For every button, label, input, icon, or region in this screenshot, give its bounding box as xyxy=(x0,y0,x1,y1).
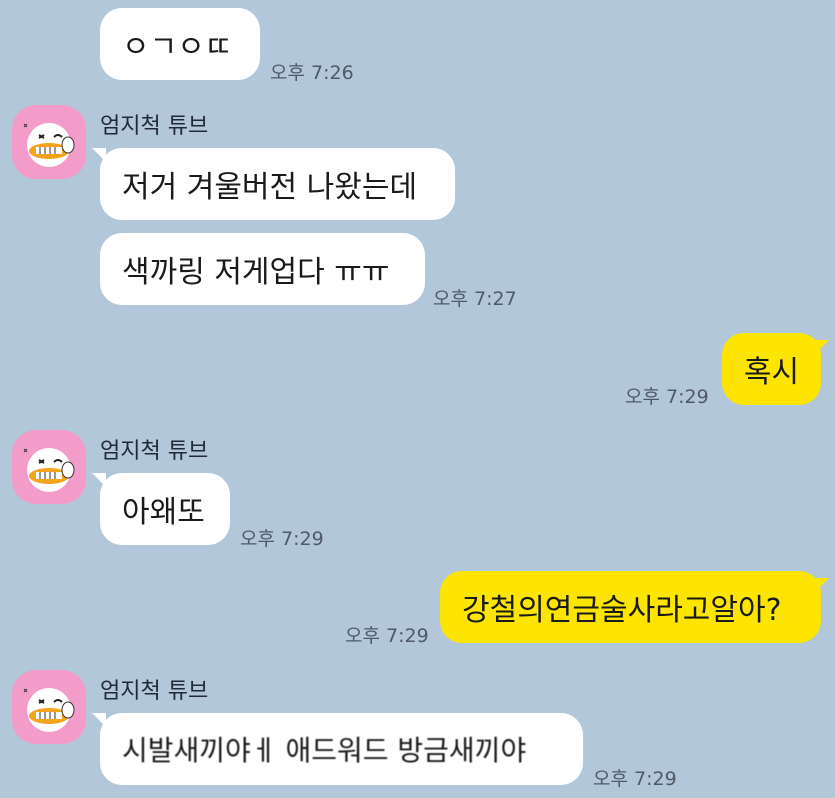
message-timestamp: 오후 7:29 xyxy=(625,386,709,408)
message-timestamp: 오후 7:29 xyxy=(345,625,429,647)
message-bubble-incoming[interactable]: ㅇㄱㅇㄸ xyxy=(100,8,260,80)
message-text: 혹시 xyxy=(743,355,800,390)
message-text: 강철의연금술사라고알아? xyxy=(462,593,782,628)
message-text: 시발새끼야ㅔ 애드워드 방금새끼야 xyxy=(122,734,527,767)
message-bubble-incoming[interactable]: 아왜또 xyxy=(100,473,230,545)
message-timestamp: 오후 7:29 xyxy=(240,528,324,550)
sender-name: 엄지척 튜브 xyxy=(100,114,209,139)
sender-avatar[interactable] xyxy=(12,670,86,744)
message-bubble-incoming[interactable]: 색까링 저게업다 ㅠㅠ xyxy=(100,233,425,305)
message-text: 저거 겨울버전 나왔는데 xyxy=(122,170,418,205)
sender-name: 엄지척 튜브 xyxy=(100,679,209,704)
message-timestamp: 오후 7:29 xyxy=(593,768,677,790)
message-text: 아왜또 xyxy=(122,495,205,530)
message-timestamp: 오후 7:26 xyxy=(270,62,354,84)
sender-name: 엄지척 튜브 xyxy=(100,439,209,464)
message-bubble-incoming[interactable]: 저거 겨울버전 나왔는데 xyxy=(100,148,455,220)
message-bubble-outgoing[interactable]: 혹시 xyxy=(722,333,821,405)
bubble-tail xyxy=(815,340,829,354)
message-bubble-outgoing[interactable]: 강철의연금술사라고알아? xyxy=(440,571,821,643)
message-text: 색까링 저게업다 ㅠㅠ xyxy=(122,255,390,290)
tube-duck-avatar-icon xyxy=(23,123,75,167)
tube-duck-avatar-icon xyxy=(23,448,75,492)
message-timestamp: 오후 7:27 xyxy=(433,288,517,310)
message-text: ㅇㄱㅇㄸ xyxy=(122,30,233,65)
sender-avatar[interactable] xyxy=(12,105,86,179)
message-bubble-incoming[interactable]: 시발새끼야ㅔ 애드워드 방금새끼야 xyxy=(100,713,583,785)
bubble-tail xyxy=(815,578,829,592)
tube-duck-avatar-icon xyxy=(23,688,75,732)
sender-avatar[interactable] xyxy=(12,430,86,504)
